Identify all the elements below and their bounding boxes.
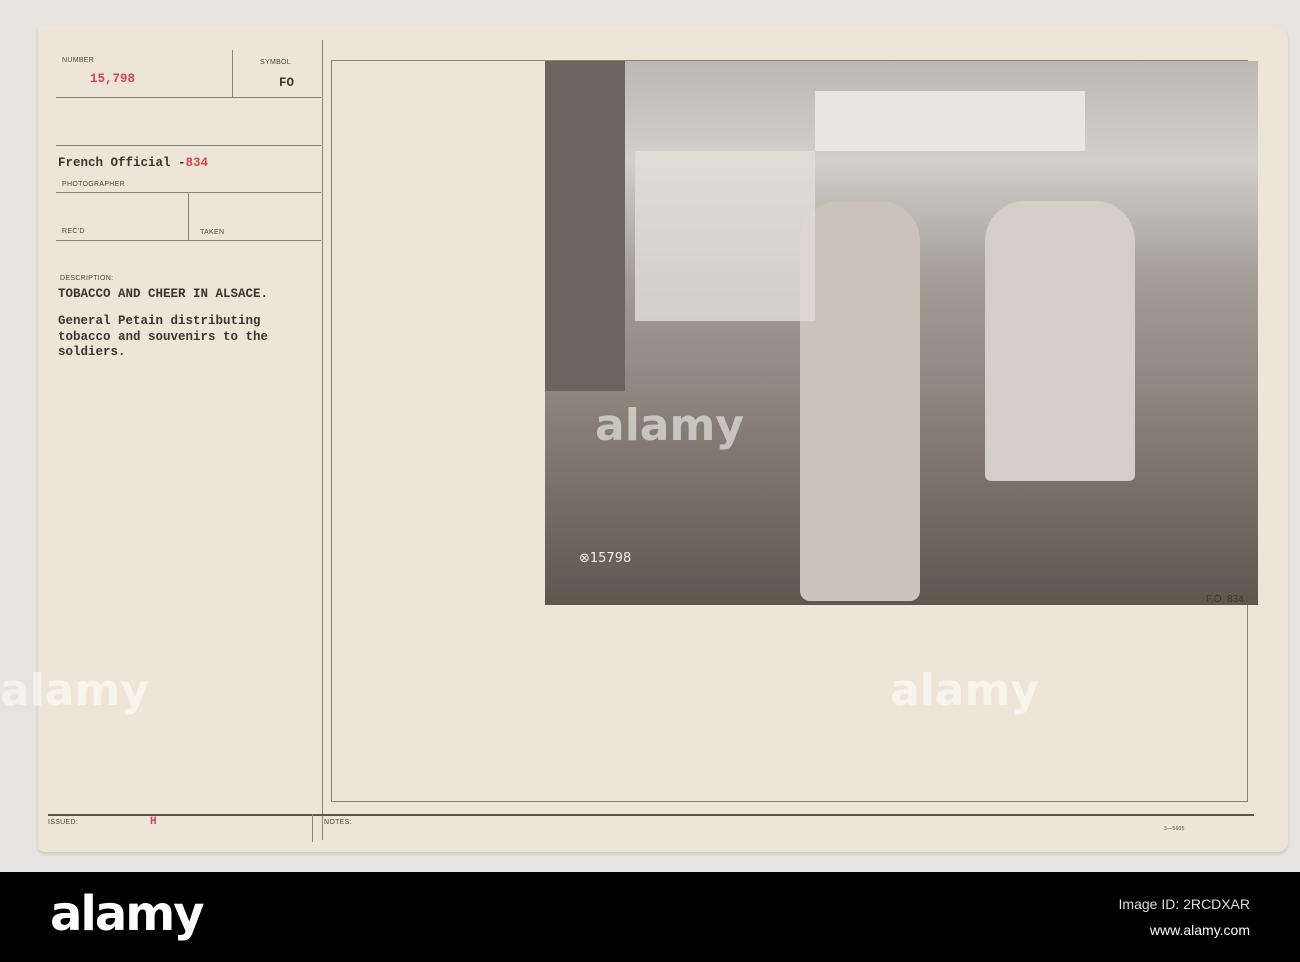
issued-label: ISSUED: [48,819,79,826]
description-line: General Petain distributing [58,314,261,328]
divider [56,97,321,98]
watermark: alamy [890,665,1039,716]
alamy-logo: alamy [50,886,205,942]
symbol-value: FO [279,76,295,90]
recd-label: REC'D [62,228,85,235]
alamy-url[interactable]: www.alamy.com [1150,922,1250,938]
divider [188,192,189,240]
description-line: tobacco and souvenirs to the [58,329,269,344]
description-line: soldiers. [58,345,126,359]
issued-value: H [150,816,157,828]
divider [312,814,313,842]
photographer-value: French Official -834 [58,156,209,170]
notes-label: NOTES: [324,819,352,826]
watermark-footer: alamy Image ID: 2RCDXAR www.alamy.com [0,872,1300,962]
form-number: 3—5605 [1164,826,1185,832]
photo-soldiers-row [635,151,815,321]
description-label: DESCRIPTION: [60,275,114,282]
divider [56,240,321,241]
symbol-label: SYMBOL [260,59,291,66]
description-title: TOBACCO AND CHEER IN ALSACE. [58,287,269,301]
column-divider [322,40,323,840]
photographer-label: PHOTOGRAPHER [62,181,125,188]
divider [48,814,1254,816]
photo-general [985,201,1135,481]
number-label: NUMBER [62,57,95,64]
number-value: 15,798 [90,72,136,86]
taken-label: TAKEN [200,229,225,236]
description-body: General Petain distributing tobacco and … [58,314,268,361]
watermark: alamy [0,665,149,716]
negative-number: ⊗15798 [579,551,632,566]
photo-building [815,91,1085,151]
photo-soldier [800,201,920,601]
watermark: alamy [595,400,744,451]
photo-corner-mark: F.O. 834 [1206,594,1244,605]
image-id: Image ID: 2RCDXAR [1118,896,1250,912]
photograph: ⊗15798 [545,61,1258,605]
divider [232,50,233,98]
divider [56,145,321,146]
